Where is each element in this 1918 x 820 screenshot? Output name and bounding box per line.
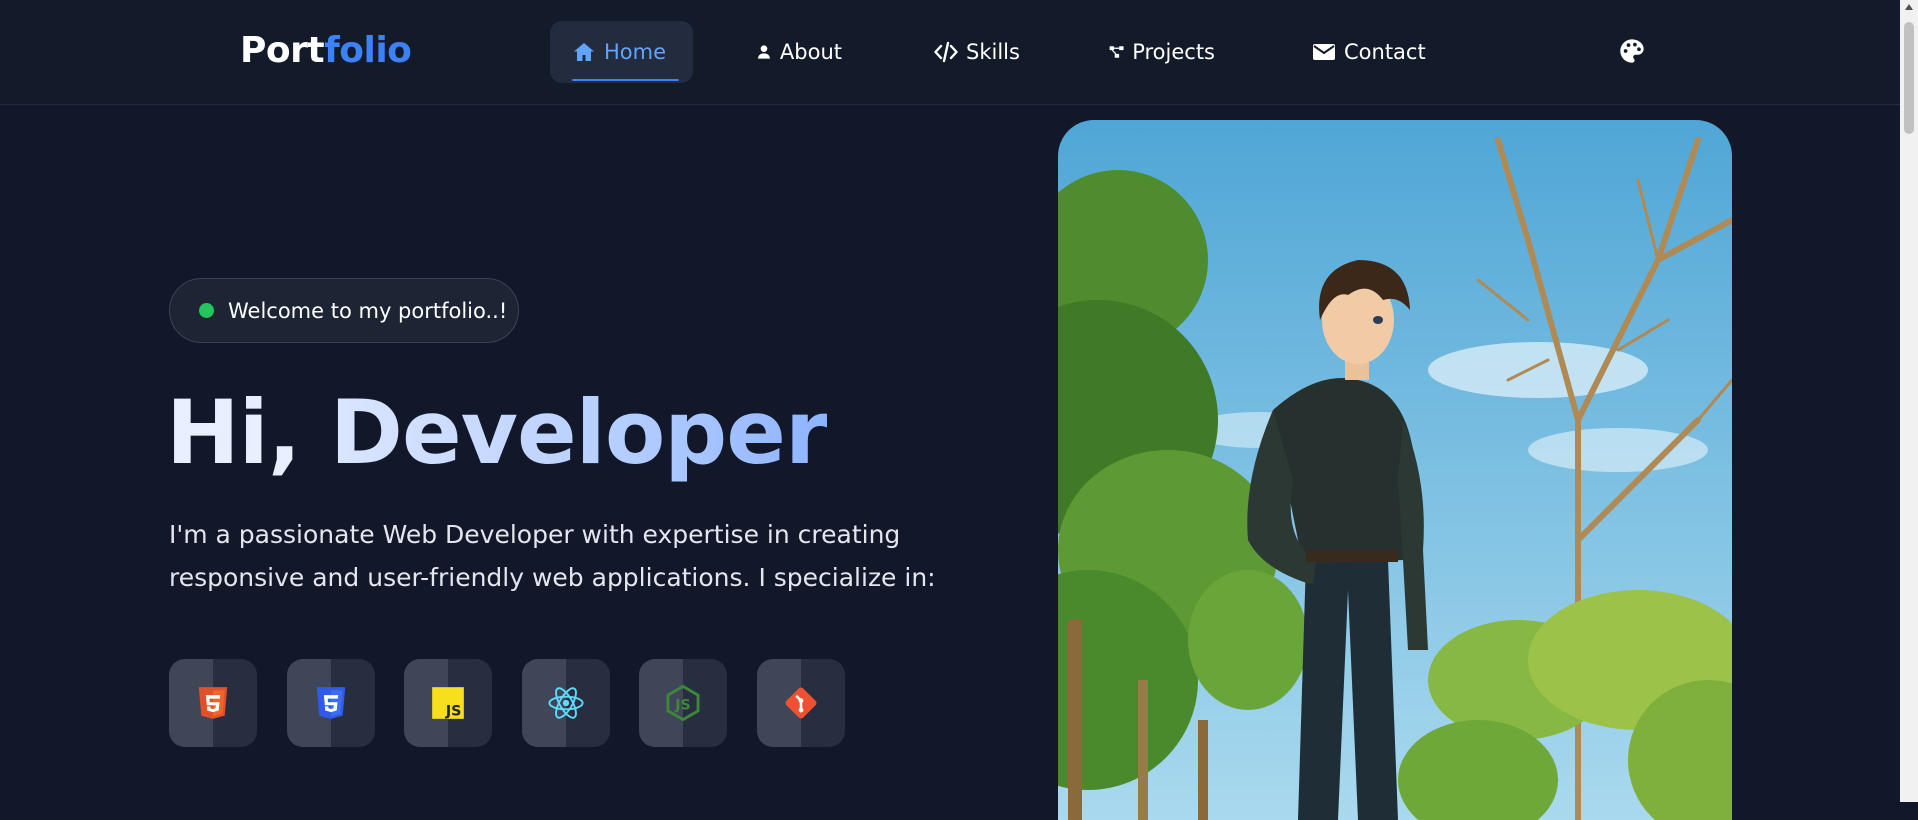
scrollbar-thumb[interactable]	[1904, 22, 1914, 134]
user-icon	[757, 45, 770, 59]
profile-illustration	[1058, 120, 1732, 820]
hero-title: Hi, Developer	[166, 378, 828, 488]
nodejs-icon: JS	[666, 684, 700, 722]
nav-home-label: Home	[604, 40, 667, 64]
skill-git[interactable]	[757, 659, 845, 747]
skill-css3[interactable]	[287, 659, 375, 747]
palette-icon[interactable]	[1618, 37, 1646, 65]
logo-part2: folio	[324, 30, 412, 71]
page-scrollbar[interactable]	[1900, 0, 1918, 802]
css3-icon	[316, 687, 346, 719]
nav-about-label: About	[779, 40, 842, 64]
welcome-badge: Welcome to my portfolio..!	[169, 278, 519, 343]
svg-text:JS: JS	[445, 704, 462, 720]
react-icon	[548, 687, 584, 719]
project-diagram-icon	[1109, 46, 1124, 58]
nav-contact[interactable]: Contact	[1290, 21, 1450, 83]
hero-title-greeting: Hi,	[166, 381, 301, 484]
skill-nodejs[interactable]: JS	[639, 659, 727, 747]
hero-description: I'm a passionate Web Developer with expe…	[169, 520, 936, 592]
nav-contact-label: Contact	[1344, 40, 1426, 64]
welcome-badge-text: Welcome to my portfolio..!	[228, 298, 508, 323]
navbar: Portfolio Home About Skills Projects Con…	[0, 0, 1900, 105]
nav-home[interactable]: Home	[550, 21, 693, 83]
envelope-icon	[1313, 44, 1335, 60]
nav-about[interactable]: About	[734, 21, 864, 83]
home-icon	[574, 43, 594, 61]
skill-html5[interactable]	[169, 659, 257, 747]
git-icon	[785, 687, 817, 719]
hero-profile-image	[1058, 120, 1732, 820]
svg-text:JS: JS	[674, 697, 691, 713]
nav-projects[interactable]: Projects	[1087, 21, 1237, 83]
status-dot	[199, 303, 214, 318]
skill-react[interactable]	[522, 659, 610, 747]
hero-title-name: Developer	[329, 381, 828, 484]
html5-icon	[198, 687, 228, 719]
logo-part1: Port	[240, 30, 325, 71]
nav-skills-label: Skills	[966, 40, 1020, 64]
skill-javascript[interactable]: JS	[404, 659, 492, 747]
scroll-up-arrow[interactable]	[1905, 4, 1913, 10]
code-icon	[934, 41, 958, 63]
nav-skills[interactable]: Skills	[912, 21, 1042, 83]
javascript-icon: JS	[432, 687, 464, 720]
nav-projects-label: Projects	[1132, 40, 1215, 64]
logo[interactable]: Portfolio	[240, 30, 412, 71]
